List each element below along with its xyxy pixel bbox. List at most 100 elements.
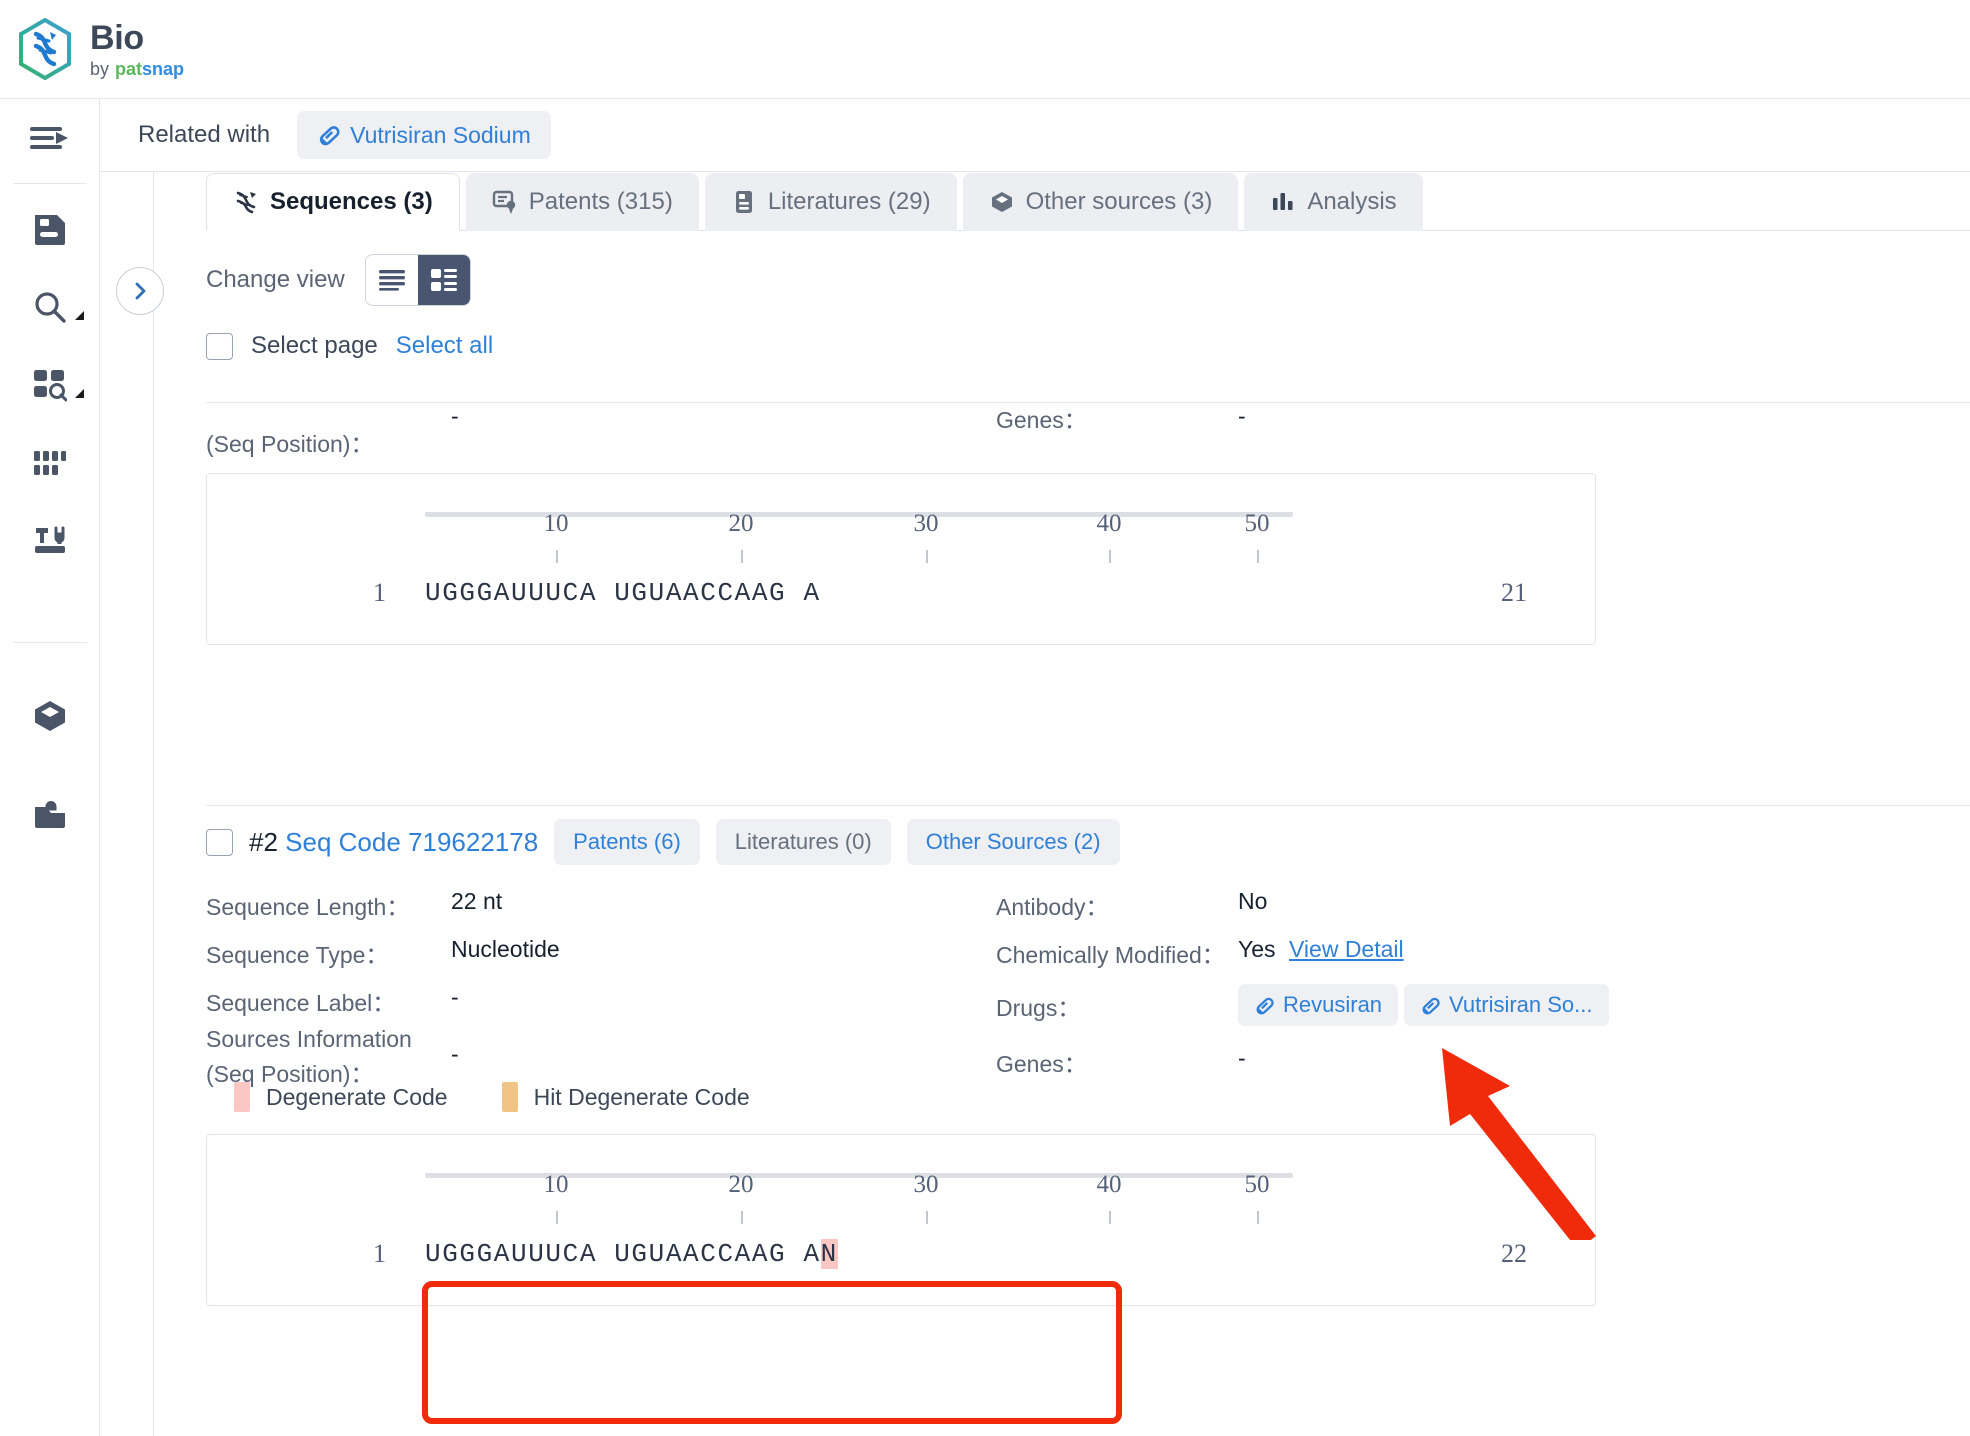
sources-information-value: - [451, 1041, 459, 1067]
sequence-length-value: 22 nt [451, 888, 503, 914]
related-drug-chip-label: Vutrisiran Sodium [350, 121, 531, 148]
genes-label: Genes： [996, 1051, 1087, 1077]
menu-expand-icon [30, 127, 68, 149]
sequence-label-label: Sequence Label： [206, 990, 396, 1016]
chemically-modified-value: Yes [1238, 936, 1276, 962]
ruler-tick-20: 20 [728, 1171, 754, 1198]
card-view-icon [430, 269, 457, 291]
sidebar-item-tools[interactable] [0, 502, 100, 580]
ruler-tick-30: 30 [913, 510, 939, 537]
view-toolbar: Change view [206, 250, 1970, 310]
sequence-type-value: Nucleotide [451, 936, 560, 962]
ruler-tick-30: 30 [913, 1171, 939, 1198]
drug-tag-revusiran-label: Revusiran [1283, 992, 1383, 1017]
ruler-tick-10: 10 [543, 1171, 569, 1198]
ruler-2: 10 20 30 40 50 [207, 1171, 1595, 1224]
dna-icon [233, 189, 259, 215]
ruler-tick-20: 20 [728, 510, 754, 537]
hit-degenerate-code-swatch [501, 1082, 518, 1112]
dna-hexagon-logo-icon [19, 18, 71, 80]
tab-other-sources[interactable]: Other sources (3) [962, 173, 1239, 231]
ruler-1: 10 20 30 40 50 [207, 510, 1595, 563]
sidebar-item-menu-toggle[interactable] [0, 99, 100, 177]
tab-sequences[interactable]: Sequences (3) [206, 173, 460, 231]
sources-information-seq-position-label: (Seq Position)： [206, 1061, 374, 1087]
document-save-icon [35, 215, 65, 245]
grid-search-icon [34, 370, 67, 402]
partial-record-fields: (Seq Position)： - Genes： - [206, 403, 1970, 459]
panel-collapse-button[interactable] [116, 267, 164, 315]
inbox-alert-icon [35, 801, 65, 828]
related-drug-chip[interactable]: Vutrisiran Sodium [297, 111, 551, 159]
tab-other-sources-label: Other sources (3) [1025, 188, 1213, 215]
ruler-tick-50: 50 [1244, 1171, 1270, 1198]
sequence-length-label: Sequence Length： [206, 894, 410, 920]
tab-analysis[interactable]: Analysis [1244, 173, 1423, 231]
brand-subtitle: by pat snap [90, 60, 184, 78]
record-2-checkbox[interactable] [206, 828, 233, 856]
sequence-start-index-1: 1 [373, 578, 386, 607]
drugs-label: Drugs： [996, 995, 1081, 1021]
sequence-label-value: - [451, 984, 459, 1010]
degenerate-code-legend: Degenerate Code Hit Degenerate Code [234, 1082, 1970, 1112]
left-sidebar [0, 99, 100, 1436]
brand-by: by [90, 58, 110, 79]
card-view-button[interactable] [417, 255, 470, 305]
view-toggle-group [364, 254, 471, 306]
antibody-label: Antibody： [996, 894, 1109, 920]
sequence-type-label: Sequence Type： [206, 942, 389, 968]
drug-tag-list: Revusiran Vutrisiran So... [1238, 984, 1609, 1026]
record-2-header: #2 Seq Code 719622178 Patents (6) Litera… [206, 816, 1970, 868]
list-view-button[interactable] [365, 255, 418, 305]
list-view-icon [378, 270, 405, 291]
tab-literatures-label: Literatures (29) [767, 188, 931, 215]
sequence-end-index-1: 21 [1501, 578, 1527, 607]
select-page-label: Select page [251, 332, 378, 359]
chevron-right-icon [135, 282, 146, 300]
sequence-start-index-2: 1 [373, 1239, 386, 1268]
ruler-tick-10: 10 [543, 510, 569, 537]
chevron-down-icon [75, 389, 84, 398]
sidebar-item-search[interactable] [0, 268, 100, 346]
ruler-tick-40: 40 [1096, 510, 1122, 537]
drug-tag-vutrisiran[interactable]: Vutrisiran So... [1404, 984, 1609, 1026]
record-2-literatures-button[interactable]: Literatures (0) [715, 819, 891, 865]
sidebar-divider-bottom [13, 642, 87, 643]
sidebar-item-notifications[interactable] [0, 775, 100, 853]
tab-patents-label: Patents (315) [528, 188, 673, 215]
cube-icon [989, 189, 1015, 215]
list-divider-top [206, 402, 1970, 403]
brand-title: Bio [90, 18, 144, 57]
genes-value: - [1238, 1045, 1246, 1071]
related-with-bar: Related with Vutrisiran Sodium [100, 99, 1970, 172]
view-detail-link[interactable]: View Detail [1289, 936, 1404, 963]
tools-icon [35, 526, 65, 553]
results-scroll-area[interactable]: (Seq Position)： - Genes： - 10 20 30 40 5… [154, 402, 1970, 1436]
sidebar-item-saved-documents[interactable] [0, 190, 100, 268]
record-2-other-sources-button[interactable]: Other Sources (2) [906, 819, 1120, 865]
record-2-patents-button[interactable]: Patents (6) [554, 819, 700, 865]
bar-chart-icon [1270, 189, 1296, 215]
related-with-label: Related with [138, 121, 271, 148]
sidebar-item-advanced-search[interactable] [0, 346, 100, 424]
sidebar-item-workspace[interactable] [0, 677, 100, 755]
pill-icon [1256, 997, 1274, 1014]
sidebar-item-sequence-columns[interactable] [0, 424, 100, 502]
barcode-columns-icon [34, 451, 66, 475]
sources-information-seq-position-label: (Seq Position)： [206, 431, 374, 457]
select-all-link[interactable]: Select all [396, 332, 493, 360]
record-2-seq-code-link[interactable]: Seq Code 719622178 [285, 827, 538, 857]
record-2-title: #2 Seq Code 719622178 [249, 827, 538, 858]
ruler-tick-50: 50 [1244, 510, 1270, 537]
genes-value: - [1238, 403, 1246, 429]
tab-patents[interactable]: Patents (315) [465, 173, 699, 231]
sequence-end-index-2: 22 [1501, 1239, 1527, 1268]
sequence-viewer-2: 10 20 30 40 50 1 UGGGAUUUCA UGUAACCAAG A… [206, 1134, 1596, 1306]
select-page-checkbox[interactable] [206, 332, 233, 360]
chemically-modified-label: Chemically Modified： [996, 942, 1225, 968]
drug-tag-revusiran[interactable]: Revusiran [1238, 984, 1399, 1026]
tab-literatures[interactable]: Literatures (29) [704, 173, 957, 231]
brand-logo[interactable]: Bio by pat snap [16, 18, 184, 80]
pill-icon [319, 126, 340, 146]
brand-pat: pat [115, 58, 143, 79]
